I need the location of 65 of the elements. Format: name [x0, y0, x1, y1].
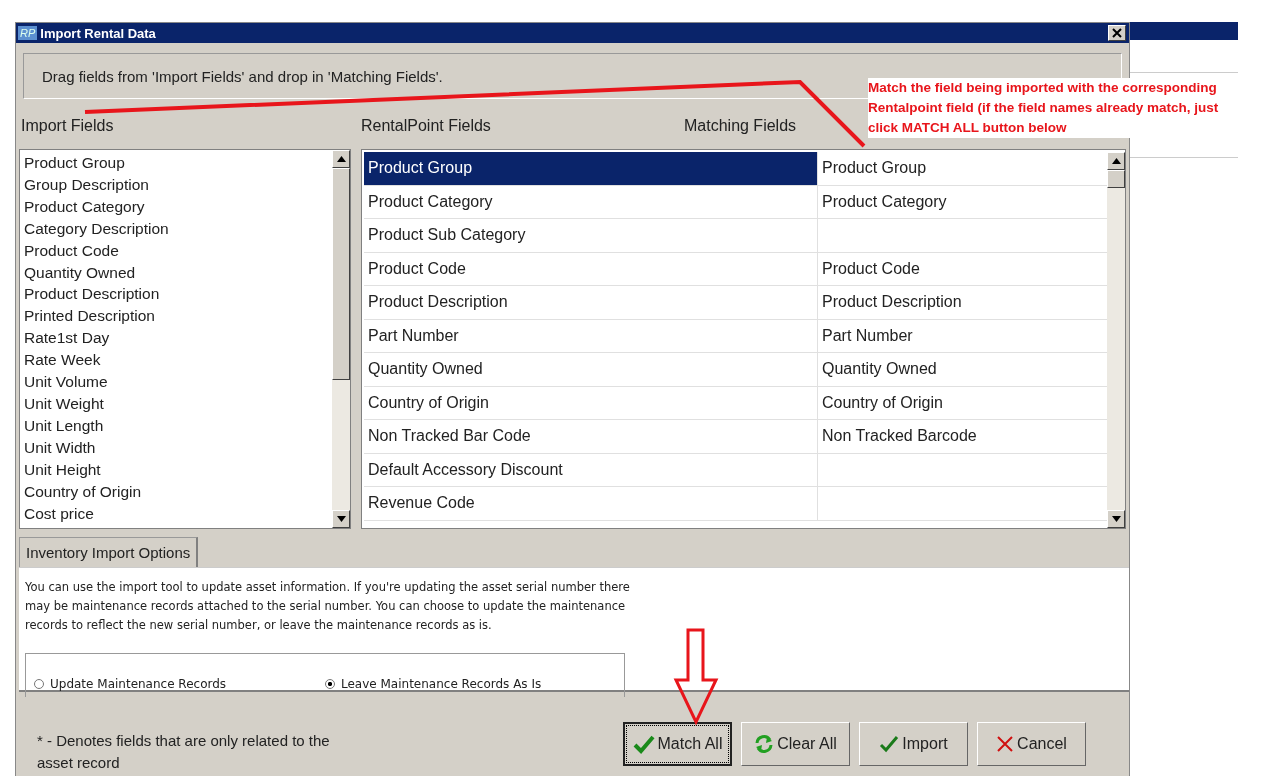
down-arrow-icon[interactable]	[1111, 516, 1121, 522]
list-item[interactable]: Quantity Owned	[24, 261, 328, 284]
column-header: Import Fields	[21, 117, 114, 135]
list-item[interactable]: Unit Width	[24, 436, 328, 459]
import-button[interactable]: Import	[859, 722, 968, 766]
refresh-icon	[754, 734, 775, 754]
table-cell[interactable]: Product Category	[364, 185, 818, 218]
list-item[interactable]: Unit Length	[24, 414, 328, 437]
table-cell[interactable]: Part Number	[818, 319, 1107, 352]
list-item[interactable]: Group Description	[24, 173, 328, 196]
table-cell[interactable]: Product Category	[818, 185, 1107, 218]
close-button[interactable]	[1108, 25, 1126, 41]
match-button[interactable]: Match All	[623, 722, 732, 766]
list-item[interactable]: Printed Description	[24, 305, 328, 328]
table-cell[interactable]: Product Code	[818, 252, 1107, 285]
scrollbar-thumb[interactable]	[1107, 170, 1125, 188]
scrollbar[interactable]	[332, 150, 350, 528]
list-item[interactable]: Country of Origin	[24, 480, 328, 503]
tab[interactable]: Inventory Import Options	[19, 537, 199, 567]
list-item[interactable]: Product Code	[24, 239, 328, 262]
column-header: Matching Fields	[684, 117, 797, 135]
check-icon	[879, 735, 900, 753]
check-icon	[632, 734, 655, 754]
cancel-button[interactable]: Cancel	[977, 722, 1086, 766]
window-title: Import Rental Data	[40, 25, 157, 41]
table-cell[interactable]: Revenue Code	[364, 487, 818, 520]
table-cell[interactable]: Quantity Owned	[364, 353, 818, 386]
app-icon: RP	[18, 26, 38, 40]
up-arrow-icon[interactable]	[336, 156, 346, 162]
radio-option[interactable]: Update Maintenance Records	[34, 677, 325, 691]
list-item[interactable]: Product Group	[24, 152, 328, 174]
list-item[interactable]: Product Category	[24, 195, 328, 218]
table-cell[interactable]: Product Sub Category	[364, 219, 818, 252]
list-item[interactable]: Category Description	[24, 217, 328, 240]
list-item[interactable]: Rate Week	[24, 349, 328, 372]
list-item[interactable]: Rate1st Day	[24, 327, 328, 350]
scrollbar[interactable]	[1107, 152, 1125, 528]
list-item[interactable]: Unit Height	[24, 458, 328, 481]
table-cell[interactable]: Product Group	[364, 152, 818, 185]
list-item[interactable]: Cost price	[24, 502, 328, 525]
scrollbar-thumb[interactable]	[332, 168, 350, 381]
table-cell[interactable]: Part Number	[364, 319, 818, 352]
table-cell[interactable]: Non Tracked Bar Code	[364, 420, 818, 453]
table-cell[interactable]: Country of Origin	[364, 386, 818, 419]
down-arrow-icon[interactable]	[336, 516, 346, 522]
clear-button[interactable]: Clear All	[741, 722, 850, 766]
radio-option[interactable]: Leave Maintenance Records As Is	[325, 677, 616, 691]
options-description: You can use the import tool to update asset information. If you're updating the asset serial number there may be maintenance records attached to the serial number. You can choose to update the maintenance records to reflect the new serial number, or leave the maintenance records as is.	[25, 579, 631, 634]
table-cell[interactable]: Product Description	[364, 286, 818, 319]
instruction-text: Drag fields from 'Import Fields' and drop in 'Matching Fields'.	[42, 67, 443, 85]
table-cell[interactable]: Non Tracked Barcode	[818, 420, 1107, 453]
column-header: RentalPoint Fields	[361, 117, 491, 135]
list-item[interactable]: Unit Weight	[24, 392, 328, 415]
annotation-text: Match the field being imported with the corresponding Rentalpoint field (if the field names already match, just click MATCH ALL button below	[868, 78, 1220, 138]
list-item[interactable]: Product Description	[24, 283, 328, 306]
table-cell[interactable]: Product Group	[818, 152, 1107, 185]
table-cell[interactable]: Quantity Owned	[818, 353, 1107, 386]
close-icon	[996, 735, 1015, 753]
up-arrow-icon[interactable]	[1111, 158, 1121, 164]
table-cell[interactable]: Product Description	[818, 286, 1107, 319]
list-item[interactable]: Unit Volume	[24, 371, 328, 393]
footnote-text: * - Denotes fields that are only related to the asset record	[37, 731, 331, 773]
table-cell[interactable]: Default Accessory Discount	[364, 453, 818, 486]
table-cell[interactable]: Product Code	[364, 252, 818, 285]
table-cell[interactable]: Country of Origin	[818, 386, 1107, 419]
